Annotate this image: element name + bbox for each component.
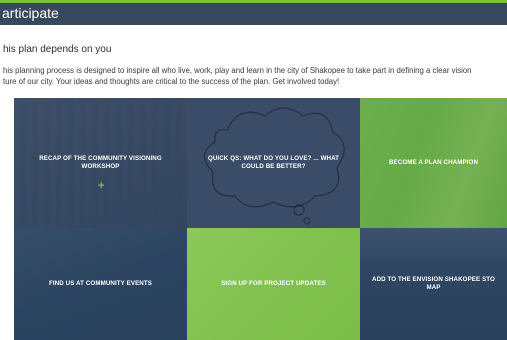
page-header: articipate (0, 3, 507, 25)
intro-paragraph: his planning process is designed to insp… (3, 65, 507, 87)
engagement-tile-grid: RECAP OF THE COMMUNITY VISIONING WORKSHO… (14, 98, 507, 340)
tile-project-updates-signup[interactable]: SIGN UP FOR PROJECT UPDATES (187, 228, 360, 340)
tile-quick-qs[interactable]: QUICK QS: WHAT DO YOU LOVE? ... WHAT COU… (187, 98, 360, 228)
tile-community-events[interactable]: FIND US AT COMMUNITY EVENTS (14, 228, 187, 340)
tile-label: RECAP OF THE COMMUNITY VISIONING WORKSHO… (39, 155, 162, 170)
page-title: articipate (2, 5, 59, 21)
tile-label: SIGN UP FOR PROJECT UPDATES (221, 280, 326, 287)
intro-line-2: ture of our city. Your ideas and thought… (3, 77, 340, 86)
section-subtitle: his plan depends on you (3, 44, 112, 55)
tile-label: BECOME A PLAN CHAMPION (388, 159, 479, 166)
main-content: his plan depends on you his planning pro… (3, 25, 507, 340)
intro-line-1: his planning process is designed to insp… (3, 66, 472, 75)
tile-label: ADD TO THE ENVISION SHAKOPEE STO MAP (372, 276, 495, 291)
tile-story-map[interactable]: ADD TO THE ENVISION SHAKOPEE STO MAP (360, 228, 507, 340)
tile-label: QUICK QS: WHAT DO YOU LOVE? ... WHAT COU… (207, 155, 340, 170)
plus-icon: + (98, 180, 105, 192)
tile-label: FIND US AT COMMUNITY EVENTS (49, 280, 152, 287)
tile-plan-champion[interactable]: BECOME A PLAN CHAMPION (360, 98, 507, 228)
tile-visioning-workshop-recap[interactable]: RECAP OF THE COMMUNITY VISIONING WORKSHO… (14, 98, 187, 228)
